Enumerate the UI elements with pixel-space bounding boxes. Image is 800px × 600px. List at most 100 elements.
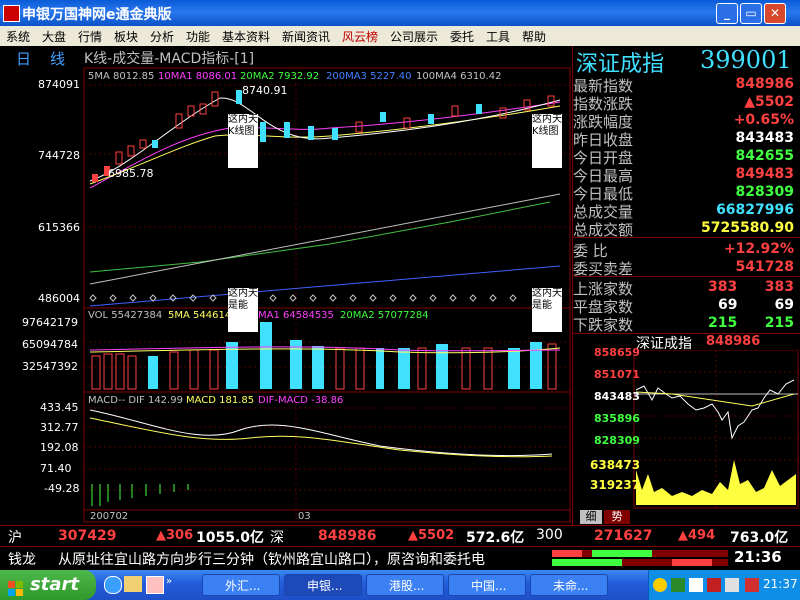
taskbar-item[interactable]: 外汇... xyxy=(202,574,280,596)
quote-row-value: 828309 xyxy=(735,184,794,200)
vol-tick-0: 97642179 xyxy=(22,316,78,329)
macd-tick-1: 312.77 xyxy=(40,421,79,434)
minimize-button[interactable]: _ xyxy=(716,3,738,24)
mini-chart-value: 848986 xyxy=(706,334,761,349)
menu-help[interactable]: 帮助 xyxy=(522,28,546,45)
vol-ma10-label: MA1 64584535 xyxy=(258,310,334,321)
note-box[interactable]: 这内天K线图 xyxy=(228,114,258,168)
quote-row-value: ▲5502 xyxy=(744,94,794,110)
taskbar-item[interactable]: 中国... xyxy=(448,574,526,596)
quote-row-value: 541728 xyxy=(735,259,794,275)
message-bar: 钱龙 从原址往宜山路方向步行三分钟（钦州路宜山路口），原咨询和委托电 21:36 xyxy=(0,546,800,569)
volume-icon[interactable] xyxy=(725,578,739,592)
tab-trend[interactable]: 势 xyxy=(604,510,630,524)
x-axis-label-1: 03 xyxy=(298,511,311,522)
menu-trade[interactable]: 委托 xyxy=(450,28,474,45)
index-status-bar: 沪 307429 ▲306 1055.0亿 深 848986 ▲5502 572… xyxy=(0,525,800,546)
clock: 21:37 xyxy=(763,577,798,591)
market-strength-bar xyxy=(552,550,728,566)
tray-icon[interactable] xyxy=(689,578,703,592)
menu-company[interactable]: 公司展示 xyxy=(390,28,438,45)
taskbar-item[interactable]: 未命... xyxy=(530,574,608,596)
quote-row-value: 848986 xyxy=(735,76,794,92)
restore-button[interactable]: ▭ xyxy=(740,3,762,24)
quote-row-value: 849483 xyxy=(735,166,794,182)
menu-quotes[interactable]: 行情 xyxy=(78,28,102,45)
note-box[interactable]: 这内天是能 xyxy=(532,288,562,332)
quote-row-value: 66827996 xyxy=(716,202,794,218)
quote-row-value: +0.65% xyxy=(733,112,794,128)
title-bar: 申银万国神网e通金典版 _ ▭ ✕ xyxy=(0,0,800,26)
sh-amount: 1055.0亿 xyxy=(196,530,265,546)
menu-market[interactable]: 大盘 xyxy=(42,28,66,45)
menu-news[interactable]: 新闻资讯 xyxy=(282,28,330,45)
app-icon xyxy=(3,5,20,22)
menu-system[interactable]: 系统 xyxy=(6,28,30,45)
security-shield-icon[interactable] xyxy=(745,578,759,592)
index-code: 399001 xyxy=(700,46,792,74)
window-title: 申银万国神网e通金典版 xyxy=(22,7,172,23)
menu-analysis[interactable]: 分析 xyxy=(150,28,174,45)
macd-tick-4: -49.28 xyxy=(44,482,80,495)
market-time: 21:36 xyxy=(734,548,782,566)
macd-tick-2: 192.08 xyxy=(40,441,79,454)
note-box[interactable]: 这内天是能 xyxy=(228,288,258,332)
ie-icon[interactable] xyxy=(104,576,122,594)
mini-tick-2: 843483 xyxy=(594,390,640,403)
menu-bar: 系统 大盘 行情 板块 分析 功能 基本资料 新闻资讯 风云榜 公司展示 委托 … xyxy=(0,26,800,46)
note-box[interactable]: 这内天K线图 xyxy=(532,114,562,168)
sz-amount: 572.6亿 xyxy=(466,530,525,546)
sh-index[interactable]: 307429 xyxy=(58,528,116,544)
macd-tick-0: 433.45 xyxy=(40,401,79,414)
system-tray: 21:37 xyxy=(648,570,800,600)
news-marquee[interactable]: 从原址往宜山路方向步行三分钟（钦州路宜山路口），原咨询和委托电 xyxy=(58,549,548,569)
breadth-value: 215 xyxy=(708,315,738,331)
vol-ma5-label: 5MA 544614 xyxy=(168,310,232,321)
close-button[interactable]: ✕ xyxy=(764,3,786,24)
menu-leaderboard[interactable]: 风云榜 xyxy=(342,28,378,45)
mini-tick-4: 828309 xyxy=(594,434,640,447)
vol-tick-1: 65094784 xyxy=(22,338,78,351)
price-tick-2: 615366 xyxy=(38,221,80,234)
mini-tick-3: 835896 xyxy=(594,412,640,425)
tray-icon[interactable] xyxy=(653,578,667,592)
mini-tick-1: 851071 xyxy=(594,368,640,381)
chart-title: K线-成交量-MACD指标-[1] xyxy=(84,51,255,67)
ma200-label: 200MA3 5227.40 xyxy=(326,71,412,82)
folder-icon[interactable] xyxy=(124,576,142,592)
tray-icon[interactable] xyxy=(707,578,721,592)
sz-index[interactable]: 848986 xyxy=(318,528,376,544)
csi300-amount: 763.0亿 xyxy=(730,530,789,546)
sh-label: 沪 xyxy=(8,530,22,546)
price-tick-3: 486004 xyxy=(38,292,80,305)
taskbar-item[interactable]: 申银... xyxy=(284,574,362,596)
menu-tools[interactable]: 工具 xyxy=(486,28,510,45)
windows-logo-icon xyxy=(8,577,24,596)
macd-value-label: MACD 181.85 xyxy=(186,395,255,406)
start-button[interactable]: start xyxy=(0,570,96,600)
divider xyxy=(572,237,800,238)
breadth-value: 215 xyxy=(764,315,794,331)
menu-sectors[interactable]: 板块 xyxy=(114,28,138,45)
tab-detail[interactable]: 细 xyxy=(580,510,602,524)
ma20-label: 20MA2 7932.92 xyxy=(240,71,320,82)
mini-vol-tick-1: 319237 xyxy=(590,478,641,492)
price-tick-0: 874091 xyxy=(38,78,80,91)
tray-icon[interactable] xyxy=(671,578,685,592)
ma5-label: 5MA 8012.85 xyxy=(88,71,155,82)
menu-functions[interactable]: 功能 xyxy=(186,28,210,45)
vol-label: VOL 55427384 xyxy=(88,310,163,321)
ma10-label: 10MA1 8086.01 xyxy=(158,71,238,82)
chevron-right-icon[interactable]: » xyxy=(166,576,176,592)
app-shortcut-icon[interactable] xyxy=(146,576,164,594)
quote-row-value: 843483 xyxy=(735,130,794,146)
csi300-index[interactable]: 271627 xyxy=(594,528,652,544)
mini-vol-tick-0: 638473 xyxy=(590,458,641,472)
breadth-value: 383 xyxy=(708,279,738,295)
menu-fundamentals[interactable]: 基本资料 xyxy=(222,28,270,45)
ma100-label: 100MA4 6310.42 xyxy=(416,71,502,82)
quote-row-value: 5725580.90 xyxy=(701,220,794,236)
kline-chart[interactable] xyxy=(0,66,572,524)
speaker-label: 钱龙 xyxy=(8,552,36,568)
taskbar-item[interactable]: 港股... xyxy=(366,574,444,596)
